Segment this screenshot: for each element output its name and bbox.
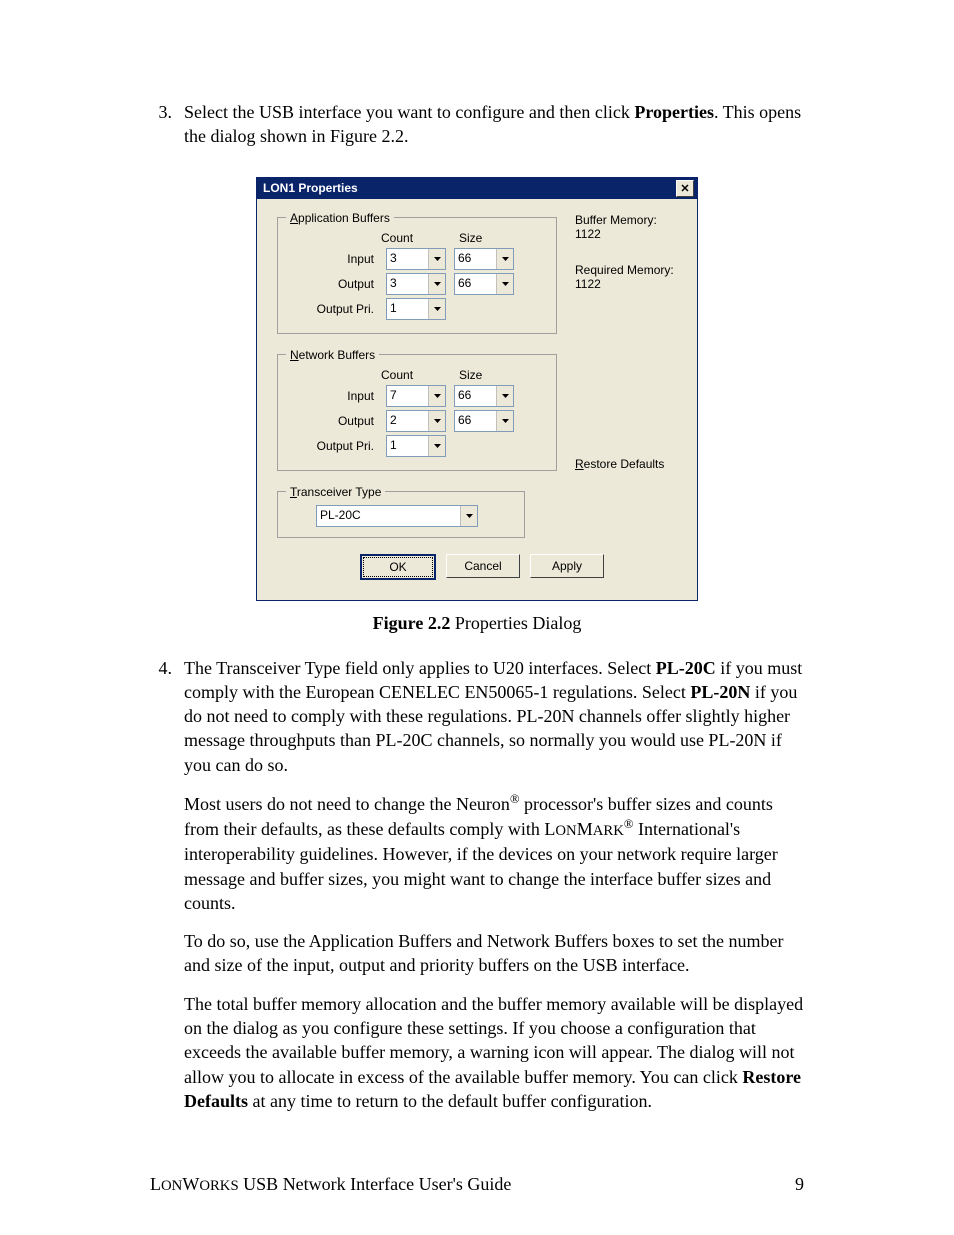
dialog-title: LON1 Properties — [263, 181, 358, 195]
step4-p1: The Transceiver Type field only applies … — [184, 656, 804, 777]
required-memory-value: 1122 — [575, 277, 687, 291]
count-header: Count — [381, 368, 451, 382]
chevron-down-icon — [428, 386, 445, 406]
close-icon: ✕ — [680, 182, 689, 195]
chevron-down-icon — [428, 411, 445, 431]
transceiver-type-group: Transceiver Type PL-20C — [277, 485, 525, 538]
app-input-count-combo[interactable]: 3 — [386, 248, 446, 270]
chevron-down-icon — [460, 506, 477, 526]
transceiver-type-combo[interactable]: PL-20C — [316, 505, 478, 527]
chevron-down-icon — [496, 411, 513, 431]
net-input-size-combo[interactable]: 66 — [454, 385, 514, 407]
dialog-figure: LON1 Properties ✕ Application Buffers Co… — [150, 177, 804, 601]
row-label: Input — [286, 252, 378, 266]
buffer-memory-label: Buffer Memory: — [575, 213, 687, 227]
step3-text: Select the USB interface you want to con… — [184, 100, 804, 149]
dialog-buttons: OK Cancel Apply — [277, 548, 687, 590]
buffer-memory-value: 1122 — [575, 227, 687, 241]
row-label: Output — [286, 414, 378, 428]
step4-p3: To do so, use the Application Buffers an… — [184, 929, 804, 978]
apply-button[interactable]: Apply — [530, 554, 604, 578]
chevron-down-icon — [428, 299, 445, 319]
step4-p2: Most users do not need to change the Neu… — [184, 791, 804, 915]
step-3: 3. Select the USB interface you want to … — [150, 100, 804, 163]
row-label: Output — [286, 277, 378, 291]
app-row-input: Input 3 66 — [286, 248, 548, 270]
size-header: Size — [459, 231, 519, 245]
chevron-down-icon — [496, 274, 513, 294]
chevron-down-icon — [496, 386, 513, 406]
chevron-down-icon — [428, 436, 445, 456]
step4-p4: The total buffer memory allocation and t… — [184, 992, 804, 1113]
app-col-headers: Count Size — [381, 231, 548, 245]
net-buffers-legend: Network Buffers — [286, 348, 379, 362]
page-number: 9 — [795, 1174, 804, 1195]
net-row-output: Output 2 66 — [286, 410, 548, 432]
net-row-input: Input 7 66 — [286, 385, 548, 407]
app-row-output-pri: Output Pri. 1 — [286, 298, 548, 320]
net-outputpri-count-combo[interactable]: 1 — [386, 435, 446, 457]
step-number: 4. — [150, 656, 172, 1128]
footer-title: LONWORKS USB Network Interface User's Gu… — [150, 1174, 511, 1195]
figure-title: Properties Dialog — [450, 613, 581, 633]
row-label: Output Pri. — [286, 302, 378, 316]
app-output-size-combo[interactable]: 66 — [454, 273, 514, 295]
row-label: Output Pri. — [286, 439, 378, 453]
net-input-count-combo[interactable]: 7 — [386, 385, 446, 407]
restore-defaults-link[interactable]: Restore Defaults — [575, 457, 664, 471]
figure-caption: Figure 2.2 Properties Dialog — [150, 613, 804, 634]
step-body: Select the USB interface you want to con… — [184, 100, 804, 163]
network-buffers-group: Network Buffers Count Size Input 7 — [277, 348, 557, 471]
application-buffers-group: Application Buffers Count Size Input 3 — [277, 211, 557, 334]
step-body: The Transceiver Type field only applies … — [184, 656, 804, 1128]
properties-word: Properties — [634, 102, 714, 122]
properties-dialog: LON1 Properties ✕ Application Buffers Co… — [256, 177, 698, 601]
transceiver-legend: Transceiver Type — [286, 485, 385, 499]
app-buffers-legend: Application Buffers — [286, 211, 394, 225]
page-footer: LONWORKS USB Network Interface User's Gu… — [150, 1174, 804, 1195]
net-col-headers: Count Size — [381, 368, 548, 382]
cancel-button[interactable]: Cancel — [446, 554, 520, 578]
figure-number: Figure 2.2 — [373, 613, 451, 633]
titlebar: LON1 Properties ✕ — [257, 178, 697, 199]
net-output-size-combo[interactable]: 66 — [454, 410, 514, 432]
chevron-down-icon — [428, 249, 445, 269]
memory-info: Buffer Memory: 1122 Required Memory: 112… — [575, 207, 687, 344]
app-input-size-combo[interactable]: 66 — [454, 248, 514, 270]
close-button[interactable]: ✕ — [676, 180, 694, 197]
app-output-count-combo[interactable]: 3 — [386, 273, 446, 295]
chevron-down-icon — [496, 249, 513, 269]
net-output-count-combo[interactable]: 2 — [386, 410, 446, 432]
chevron-down-icon — [428, 274, 445, 294]
row-label: Input — [286, 389, 378, 403]
app-outputpri-count-combo[interactable]: 1 — [386, 298, 446, 320]
text: Select the USB interface you want to con… — [184, 102, 634, 122]
count-header: Count — [381, 231, 451, 245]
required-memory-label: Required Memory: — [575, 263, 687, 277]
app-row-output: Output 3 66 — [286, 273, 548, 295]
step-4: 4. The Transceiver Type field only appli… — [150, 656, 804, 1128]
registered-symbol: ® — [510, 792, 520, 806]
size-header: Size — [459, 368, 519, 382]
step-number: 3. — [150, 100, 172, 163]
net-row-output-pri: Output Pri. 1 — [286, 435, 548, 457]
ok-button[interactable]: OK — [360, 554, 436, 580]
